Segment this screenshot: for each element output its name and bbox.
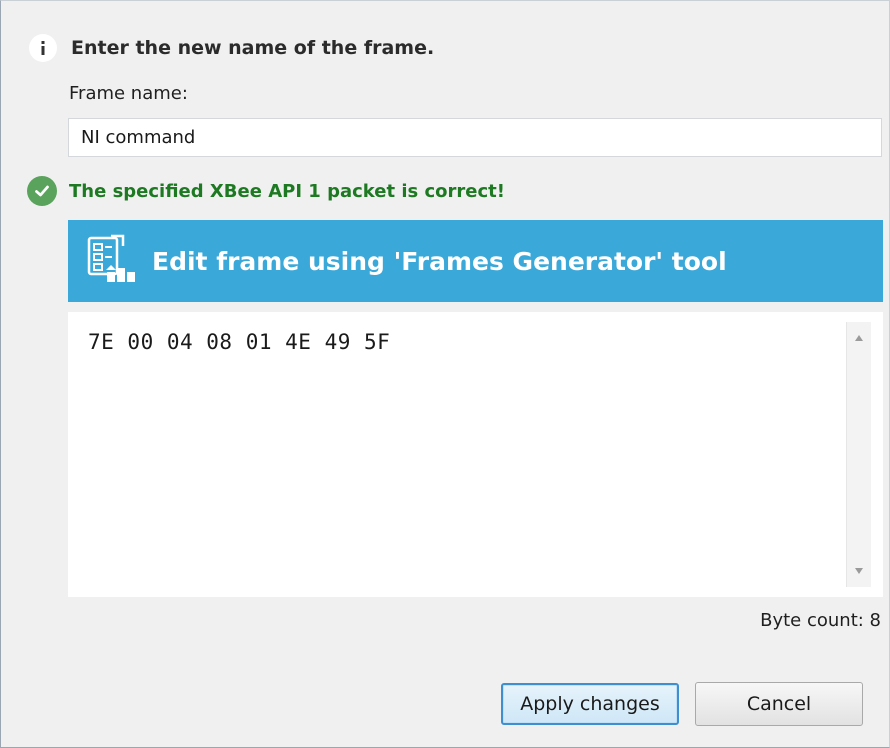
chevron-down-icon[interactable] (847, 559, 871, 583)
frame-name-input[interactable] (68, 118, 882, 157)
byte-count: Byte count: 8 (760, 610, 881, 631)
frame-name-label: Frame name: (69, 83, 188, 104)
cancel-button[interactable]: Cancel (695, 682, 863, 726)
frames-generator-button[interactable]: Edit frame using 'Frames Generator' tool (68, 220, 883, 302)
chevron-up-icon[interactable] (847, 326, 871, 350)
frame-hex-editor[interactable]: 7E 00 04 08 01 4E 49 5F (68, 312, 883, 597)
info-icon (29, 34, 57, 62)
dialog-frame: Enter the new name of the frame. Frame n… (0, 0, 890, 748)
validation-message: The specified XBee API 1 packet is corre… (69, 180, 505, 202)
validation-row: The specified XBee API 1 packet is corre… (27, 175, 505, 207)
frame-hex-text[interactable]: 7E 00 04 08 01 4E 49 5F (88, 330, 390, 354)
frames-generator-icon (80, 231, 140, 291)
apply-changes-button[interactable]: Apply changes (501, 683, 679, 725)
check-circle-icon (27, 176, 57, 206)
info-message: Enter the new name of the frame. (71, 37, 435, 59)
frames-generator-label: Edit frame using 'Frames Generator' tool (152, 246, 727, 276)
vertical-scrollbar[interactable] (846, 322, 871, 587)
info-message-row: Enter the new name of the frame. (29, 33, 434, 63)
